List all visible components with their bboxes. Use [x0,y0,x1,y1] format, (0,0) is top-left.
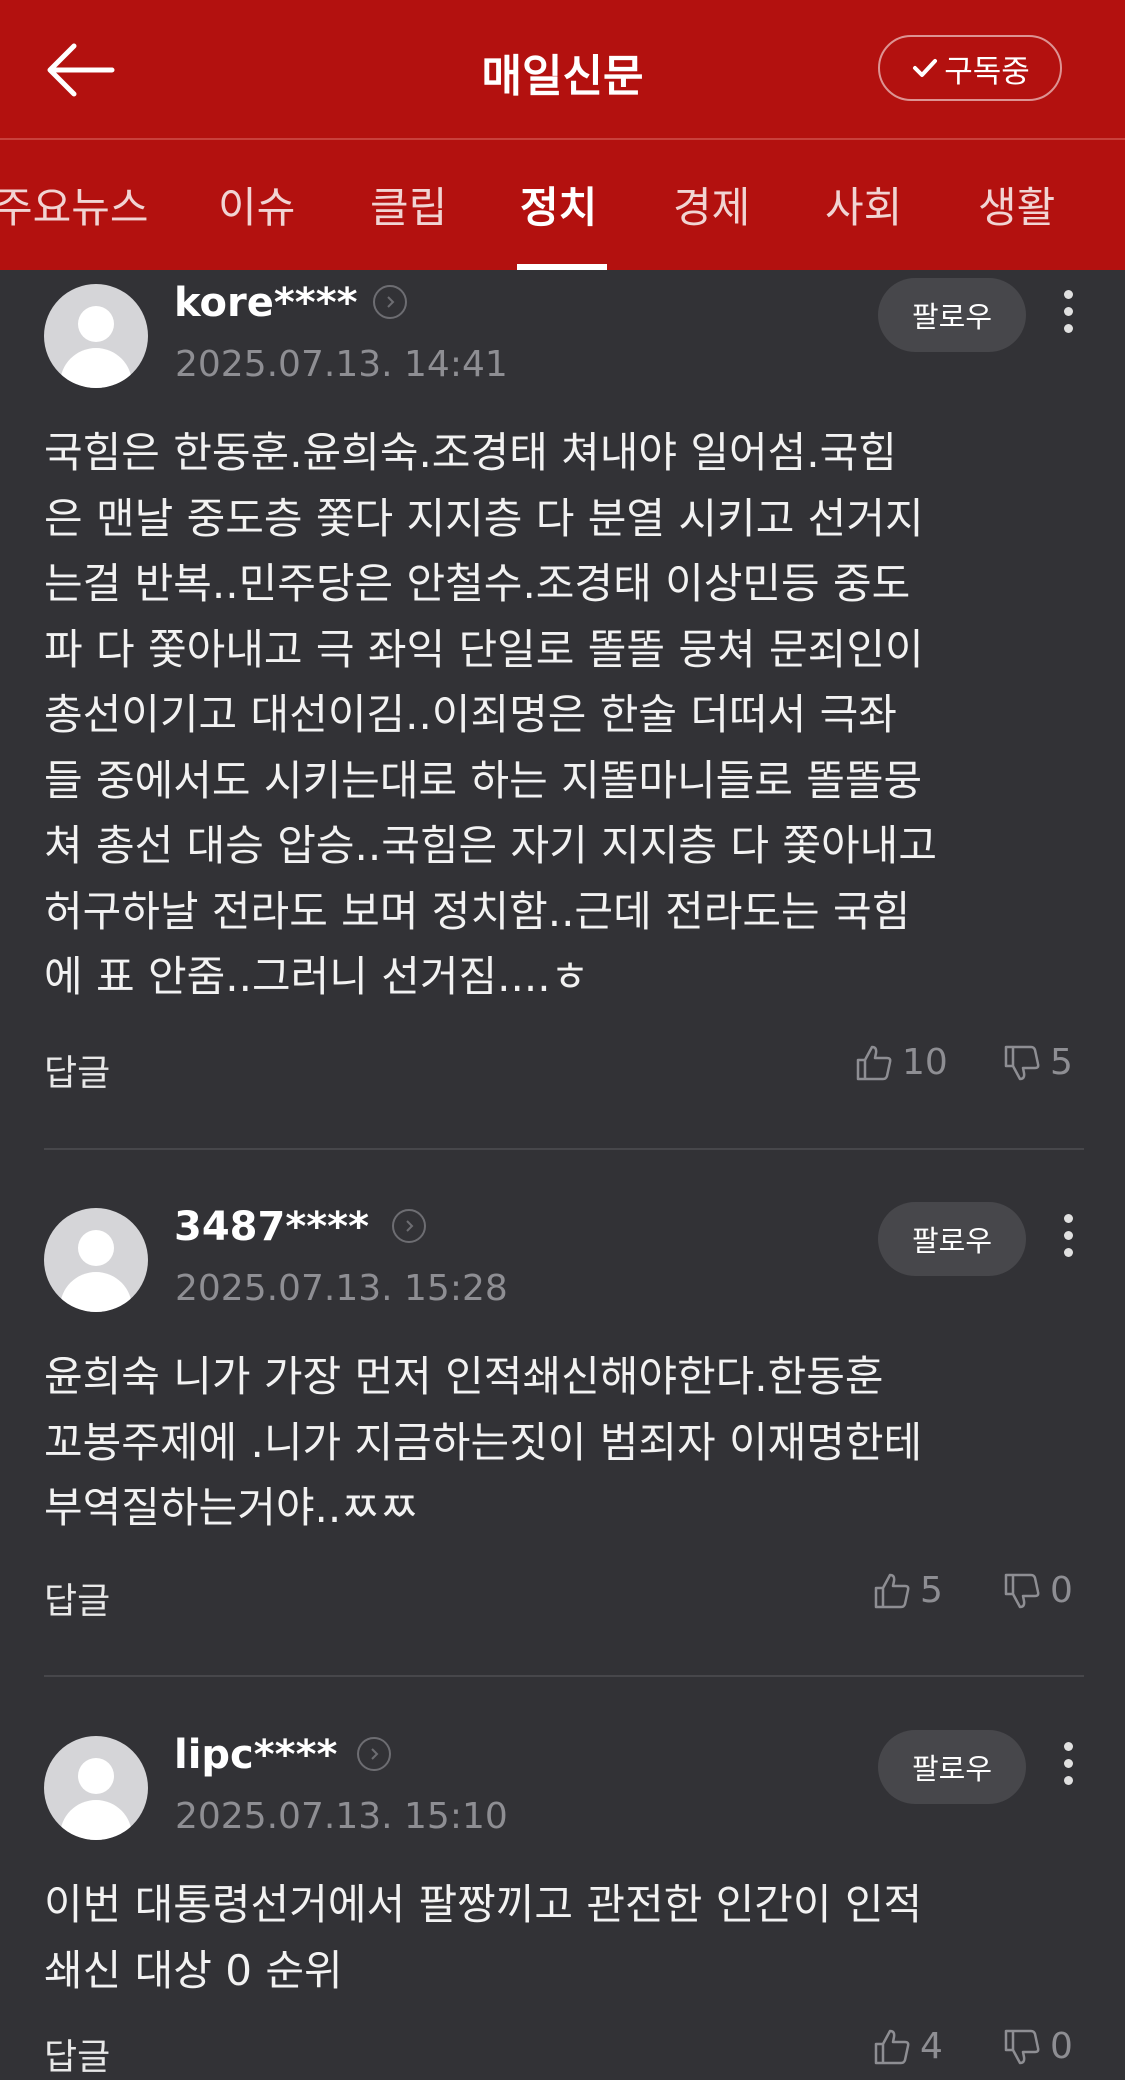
like-button[interactable]: 4 [872,2026,943,2067]
follow-button[interactable]: 팔로우 [878,1202,1026,1276]
thumbs-down-icon [1004,2029,1040,2064]
reply-button[interactable]: 답글 [44,2028,110,2080]
thumbs-down-icon [1004,1573,1040,1608]
follow-button[interactable]: 팔로우 [878,278,1026,352]
comment-username[interactable]: lipc**** [174,1732,337,1778]
profile-arrow-icon[interactable] [357,1737,391,1771]
avatar[interactable] [44,1736,148,1840]
reply-button[interactable]: 답글 [44,1044,110,1096]
comment-text: 이번 대통령선거에서 팔짱끼고 관전한 인간이 인적 쇄신 대상 0 순위 [44,1880,923,1995]
like-button[interactable]: 5 [872,1570,943,1611]
tab-clip[interactable]: 클립 [370,174,447,235]
avatar[interactable] [44,284,148,388]
like-count: 4 [920,2026,943,2067]
like-count: 10 [902,1042,948,1083]
profile-arrow-icon[interactable] [373,285,407,319]
like-count: 5 [920,1570,943,1611]
check-icon [913,59,938,77]
comment-username[interactable]: 3487**** [174,1204,369,1250]
comment-username[interactable]: kore**** [174,280,358,326]
tab-issue[interactable]: 이슈 [218,174,295,235]
tab-life[interactable]: 생활 [978,174,1055,235]
more-options-icon[interactable] [1058,1742,1078,1792]
comment-divider [44,1675,1084,1677]
tab-society[interactable]: 사회 [825,174,902,235]
subscribe-label: 구독중 [944,53,1030,90]
thumbs-up-icon [874,1573,910,1608]
active-tab-indicator [517,264,607,270]
category-tabs: 주요뉴스 이슈 클립 정치 경제 사회 생활 [0,140,1125,270]
comment-date: 2025.07.13. 15:10 [175,1796,508,1837]
tab-politics[interactable]: 정치 [520,174,597,235]
comment-date: 2025.07.13. 15:28 [175,1268,508,1309]
comment-date: 2025.07.13. 14:41 [175,344,508,385]
dislike-count: 0 [1050,1570,1073,1611]
more-options-icon[interactable] [1058,290,1078,340]
profile-arrow-icon[interactable] [392,1209,426,1243]
more-options-icon[interactable] [1058,1214,1078,1264]
dislike-count: 5 [1050,1042,1073,1083]
dislike-button[interactable]: 5 [1002,1042,1073,1083]
reply-button[interactable]: 답글 [44,1572,110,1624]
thumbs-up-icon [874,2029,910,2064]
dislike-button[interactable]: 0 [1002,2026,1073,2067]
thumbs-up-icon [856,1045,892,1080]
tab-economy[interactable]: 경제 [673,174,750,235]
comment-divider [44,1148,1084,1150]
top-app-bar: 매일신문 구독중 [0,0,1125,138]
tab-main-news[interactable]: 주요뉴스 [0,174,149,235]
dislike-count: 0 [1050,2026,1073,2067]
dislike-button[interactable]: 0 [1002,1570,1073,1611]
avatar[interactable] [44,1208,148,1312]
comment-text: 윤희숙 니가 가장 먼저 인적쇄신해야한다.한동훈 꼬봉주제에 .니가 지금하는… [44,1352,923,1532]
thumbs-down-icon [1004,1045,1040,1080]
like-button[interactable]: 10 [854,1042,948,1083]
follow-button[interactable]: 팔로우 [878,1730,1026,1804]
comment-text: 국힘은 한동훈.윤희숙.조경태 쳐내야 일어섬.국힘 은 맨날 중도층 쫓다 지… [44,428,937,1001]
subscribe-button[interactable]: 구독중 [878,35,1062,101]
